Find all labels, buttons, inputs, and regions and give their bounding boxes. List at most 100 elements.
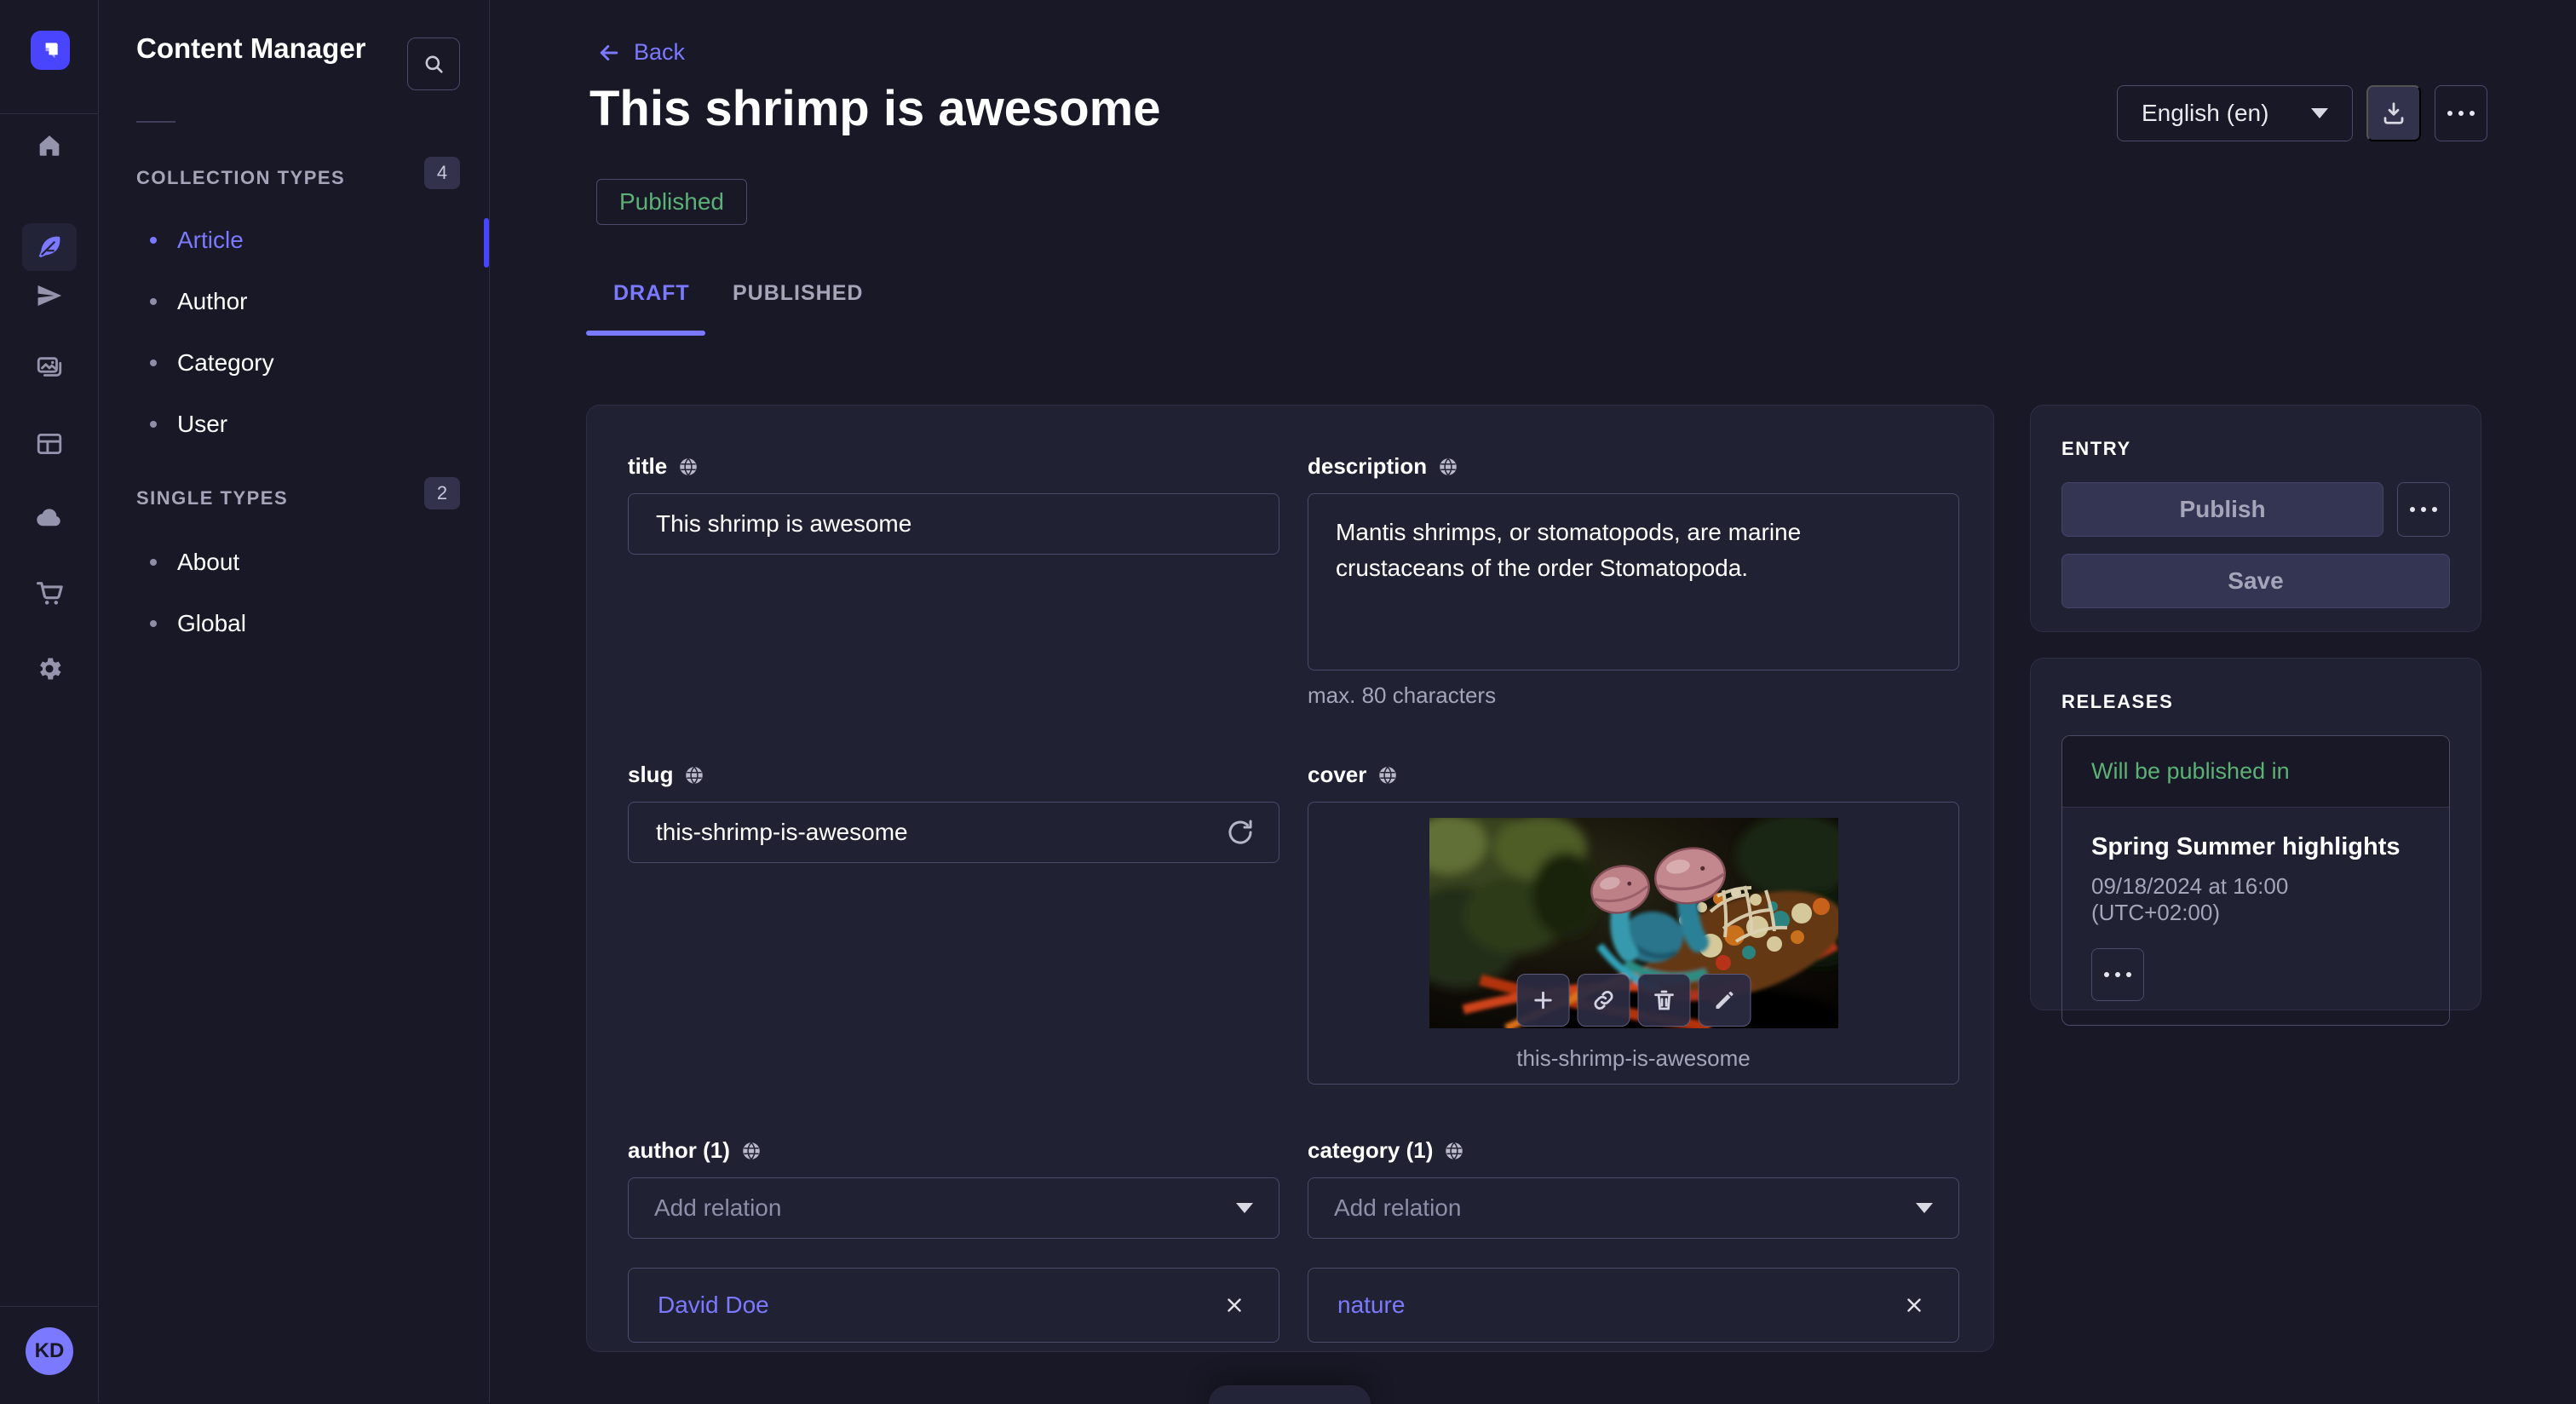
cover-label-row: cover bbox=[1308, 762, 1959, 788]
bullet-icon bbox=[150, 237, 157, 244]
sidebar-item-label: User bbox=[177, 411, 227, 438]
strapi-logo[interactable] bbox=[31, 31, 70, 70]
sidebar-item-article[interactable]: Article bbox=[150, 227, 244, 254]
regenerate-slug-button[interactable] bbox=[1222, 814, 1259, 851]
globe-icon bbox=[740, 1140, 762, 1162]
active-item-indicator bbox=[484, 218, 489, 268]
title-field: title bbox=[628, 453, 1279, 709]
sidebar-divider bbox=[136, 121, 175, 123]
plus-icon bbox=[1530, 987, 1555, 1013]
category-label: category (1) bbox=[1308, 1137, 1433, 1164]
category-relation-select[interactable]: Add relation bbox=[1308, 1177, 1959, 1239]
trash-icon bbox=[1651, 987, 1676, 1013]
release-schedule: 09/18/2024 at 16:00 (UTC+02:00) bbox=[2091, 873, 2420, 926]
ellipsis-icon bbox=[2410, 507, 2437, 512]
title-input[interactable] bbox=[628, 493, 1279, 555]
cloud-icon[interactable] bbox=[35, 503, 64, 532]
description-hint: max. 80 characters bbox=[1308, 682, 1959, 709]
refresh-icon bbox=[1226, 818, 1255, 847]
home-icon[interactable] bbox=[35, 130, 64, 159]
status-badge: Published bbox=[596, 179, 747, 225]
tab-draft[interactable]: DRAFT bbox=[613, 281, 690, 306]
sidebar-item-category[interactable]: Category bbox=[150, 349, 274, 377]
locale-select[interactable]: English (en) bbox=[2117, 85, 2353, 141]
edit-asset-button[interactable] bbox=[1698, 974, 1751, 1027]
sidebar-item-label: Category bbox=[177, 349, 274, 377]
category-relation-item: nature bbox=[1308, 1268, 1959, 1343]
description-field: description Mantis shrimps, or stomatopo… bbox=[1308, 453, 1959, 709]
cover-media-box: this-shrimp-is-awesome bbox=[1308, 802, 1959, 1085]
locale-select-value: English (en) bbox=[2142, 100, 2268, 127]
collection-types-count-badge: 4 bbox=[424, 157, 460, 189]
sidebar-item-author[interactable]: Author bbox=[150, 288, 248, 315]
add-asset-button[interactable] bbox=[1516, 974, 1569, 1027]
user-avatar[interactable]: KD bbox=[26, 1327, 73, 1375]
entry-panel: ENTRY Publish Save bbox=[2030, 405, 2481, 632]
tab-published[interactable]: PUBLISHED bbox=[733, 281, 863, 306]
sidebar-item-user[interactable]: User bbox=[150, 411, 227, 438]
settings-gear-icon[interactable] bbox=[35, 654, 64, 683]
release-name: Spring Summer highlights bbox=[2091, 833, 2420, 861]
author-relation-item: David Doe bbox=[628, 1268, 1279, 1343]
ellipsis-icon bbox=[2104, 972, 2131, 977]
content-type-builder-icon[interactable] bbox=[35, 429, 64, 458]
entry-more-button[interactable] bbox=[2397, 482, 2450, 537]
close-icon bbox=[1223, 1294, 1245, 1316]
slug-label: slug bbox=[628, 762, 673, 788]
author-field: author (1) Add relation David Doe bbox=[628, 1137, 1279, 1343]
ellipsis-icon bbox=[2447, 111, 2475, 116]
description-label: description bbox=[1308, 453, 1427, 480]
cover-image bbox=[1429, 818, 1838, 1028]
marketplace-cart-icon[interactable] bbox=[35, 578, 64, 607]
slug-label-row: slug bbox=[628, 762, 1279, 788]
releases-panel-heading: RELEASES bbox=[2061, 691, 2450, 713]
delete-asset-button[interactable] bbox=[1637, 974, 1690, 1027]
entry-actions-row: Publish bbox=[2061, 482, 2450, 537]
sidebar-item-label: Article bbox=[177, 227, 244, 254]
release-card-body: Spring Summer highlights 09/18/2024 at 1… bbox=[2062, 808, 2449, 1025]
category-label-row: category (1) bbox=[1308, 1137, 1959, 1164]
rail-divider-bottom bbox=[0, 1306, 99, 1307]
page-title: This shrimp is awesome bbox=[589, 80, 1160, 137]
active-tab-underline bbox=[586, 331, 705, 336]
back-link[interactable]: Back bbox=[596, 39, 685, 66]
sidebar-item-label: Global bbox=[177, 610, 246, 637]
paper-plane-icon[interactable] bbox=[35, 281, 64, 310]
cover-label: cover bbox=[1308, 762, 1366, 788]
header-more-button[interactable] bbox=[2435, 85, 2487, 141]
save-button[interactable]: Save bbox=[2061, 554, 2450, 608]
bullet-icon bbox=[150, 360, 157, 366]
feather-icon[interactable] bbox=[35, 233, 64, 262]
single-types-count-badge: 2 bbox=[424, 477, 460, 509]
search-button[interactable] bbox=[407, 37, 460, 90]
release-card: Will be published in Spring Summer highl… bbox=[2061, 735, 2450, 1026]
release-more-button[interactable] bbox=[2091, 948, 2144, 1001]
copy-link-button[interactable] bbox=[1577, 974, 1630, 1027]
author-relation-select[interactable]: Add relation bbox=[628, 1177, 1279, 1239]
description-textarea[interactable]: Mantis shrimps, or stomatopods, are mari… bbox=[1308, 493, 1959, 670]
slug-input[interactable] bbox=[628, 802, 1279, 863]
publish-button[interactable]: Publish bbox=[2061, 482, 2383, 537]
remove-relation-button[interactable] bbox=[1219, 1290, 1250, 1321]
relation-link[interactable]: David Doe bbox=[658, 1292, 769, 1319]
author-relation-placeholder: Add relation bbox=[654, 1194, 781, 1222]
chevron-down-icon bbox=[1236, 1203, 1253, 1213]
bullet-icon bbox=[150, 620, 157, 627]
relation-link[interactable]: nature bbox=[1337, 1292, 1405, 1319]
media-library-icon[interactable] bbox=[35, 354, 64, 383]
main-content: Back This shrimp is awesome Published En… bbox=[490, 0, 2576, 1402]
bullet-icon bbox=[150, 298, 157, 305]
cover-toolbar bbox=[1516, 974, 1751, 1027]
download-button[interactable] bbox=[2366, 85, 2421, 141]
sidebar-item-about[interactable]: About bbox=[150, 549, 239, 576]
download-icon bbox=[2381, 101, 2406, 126]
remove-relation-button[interactable] bbox=[1899, 1290, 1929, 1321]
sidebar-item-global[interactable]: Global bbox=[150, 610, 246, 637]
author-label-row: author (1) bbox=[628, 1137, 1279, 1164]
globe-icon bbox=[683, 764, 705, 786]
category-relation-placeholder: Add relation bbox=[1334, 1194, 1461, 1222]
section-collection-types: COLLECTION TYPES bbox=[136, 167, 345, 189]
back-label: Back bbox=[634, 39, 685, 66]
title-label-row: title bbox=[628, 453, 1279, 480]
chevron-down-icon bbox=[2311, 108, 2328, 118]
